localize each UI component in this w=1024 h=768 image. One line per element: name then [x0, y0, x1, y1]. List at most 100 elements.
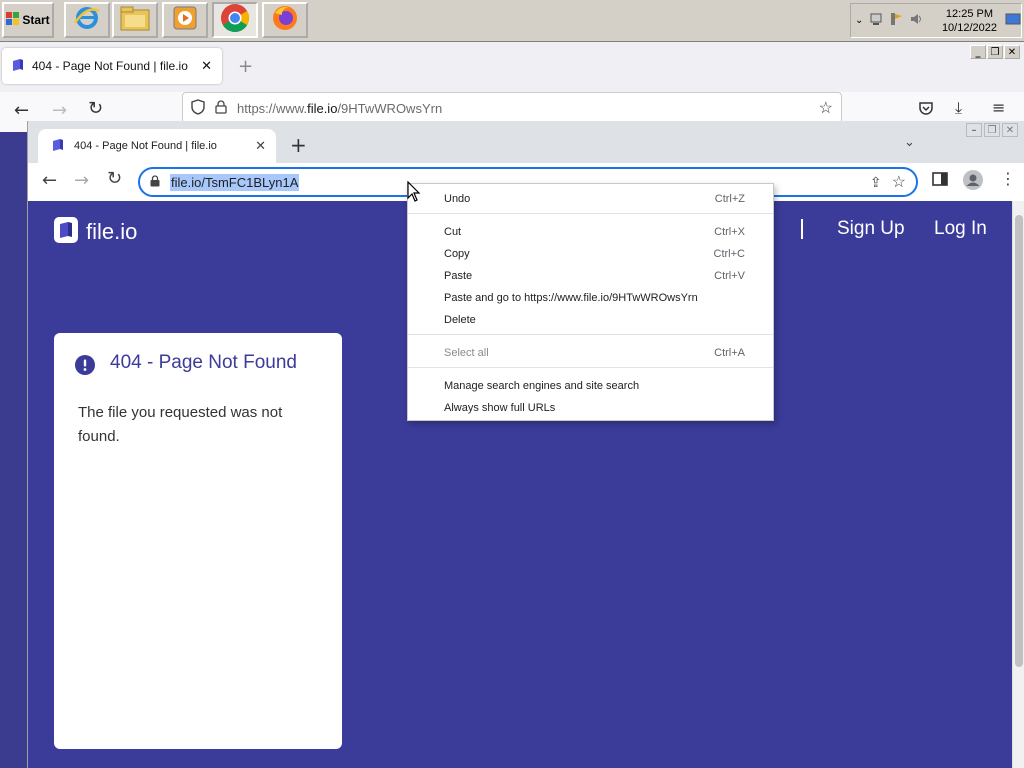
taskbar-firefox[interactable] [262, 2, 308, 38]
bookmark-star-icon[interactable]: ☆ [892, 172, 906, 192]
back-icon[interactable]: ← [14, 100, 29, 121]
windows-logo-icon [6, 11, 20, 29]
mouse-cursor-icon [407, 180, 421, 207]
shield-icon[interactable] [191, 98, 205, 118]
menu-separator [408, 334, 773, 335]
menu-separator [408, 213, 773, 214]
close-tab-icon[interactable]: ✕ [255, 138, 266, 154]
fileio-favicon-icon [12, 58, 24, 75]
menu-item-label: Always show full URLs [444, 402, 556, 414]
menu-item-cut[interactable]: Cut Ctrl+X [408, 221, 773, 243]
menu-item-shortcut: Ctrl+C [713, 248, 745, 260]
fileio-logo-icon [54, 217, 78, 247]
start-button[interactable]: Start [2, 2, 54, 38]
network-icon[interactable] [869, 12, 883, 29]
pocket-icon[interactable] [918, 100, 934, 120]
media-player-icon [171, 4, 199, 36]
chrome-window-controls: – ❐ ✕ [966, 123, 1018, 137]
new-tab-icon[interactable]: + [290, 133, 307, 157]
volume-icon[interactable] [909, 12, 923, 29]
lock-icon[interactable] [150, 174, 160, 190]
clock-time: 12:25 PM [945, 7, 994, 20]
logo-text: file.io [86, 219, 138, 244]
menu-item-manage-search-engines[interactable]: Manage search engines and site search [408, 375, 773, 397]
taskbar: Start ⌄ 12:25 PM 10/12/2022 [0, 0, 1024, 42]
menu-item-label: Cut [444, 226, 462, 238]
scrollbar-thumb[interactable] [1015, 215, 1023, 667]
menu-item-always-show-full-urls[interactable]: Always show full URLs [408, 397, 773, 419]
reload-icon[interactable]: ↻ [107, 168, 122, 189]
log-in-link[interactable]: Log In [934, 218, 987, 240]
error-message: The file you requested was not found. [78, 404, 283, 445]
alert-icon [75, 355, 95, 379]
site-logo[interactable]: file.io [54, 217, 137, 247]
lock-icon[interactable] [215, 99, 227, 117]
menu-item-shortcut: Ctrl+X [714, 226, 745, 238]
minimize-button[interactable]: – [966, 123, 982, 137]
menu-item-label: Select all [444, 347, 489, 359]
firefox-window-controls: _ ❐ ✕ [970, 45, 1020, 59]
nav-divider [801, 219, 803, 239]
menu-item-copy[interactable]: Copy Ctrl+C [408, 243, 773, 265]
menu-item-label: Copy [444, 248, 470, 260]
start-label: Start [22, 13, 50, 27]
tray-expand-icon[interactable]: ⌄ [855, 15, 863, 26]
menu-item-shortcut: Ctrl+A [714, 347, 745, 359]
back-icon[interactable]: ← [42, 170, 57, 191]
chrome-url-text[interactable]: file.io/TsmFC1BLyn1A [170, 173, 300, 191]
menu-item-select-all[interactable]: Select all Ctrl+A [408, 342, 773, 364]
chrome-icon [219, 2, 251, 38]
forward-icon[interactable]: → [52, 100, 67, 121]
taskbar-file-explorer[interactable] [112, 2, 158, 38]
tab-search-icon[interactable]: ⌄ [904, 135, 915, 150]
clock-date: 10/12/2022 [941, 21, 997, 34]
menu-icon[interactable]: ≡ [992, 98, 1005, 117]
menu-item-paste[interactable]: Paste Ctrl+V [408, 265, 773, 287]
firefox-window: _ ❐ ✕ 404 - Page Not Found | file.io ✕ +… [0, 42, 1024, 132]
close-button[interactable]: ✕ [1002, 123, 1018, 137]
new-tab-icon[interactable]: + [238, 56, 253, 77]
side-panel-icon[interactable] [932, 171, 948, 191]
menu-item-shortcut: Ctrl+Z [714, 193, 745, 205]
reload-icon[interactable]: ↻ [88, 98, 103, 119]
chrome-menu-icon[interactable]: ⋮ [1000, 169, 1016, 188]
download-icon[interactable]: ⤓ [955, 98, 962, 118]
restore-button[interactable]: ❐ [987, 45, 1003, 59]
taskbar-chrome[interactable] [212, 2, 258, 38]
firefox-tab[interactable]: 404 - Page Not Found | file.io ✕ [2, 48, 222, 84]
clock[interactable]: 12:25 PM 10/12/2022 [942, 7, 999, 35]
menu-item-shortcut: Ctrl+V [714, 270, 745, 282]
page-scrollbar[interactable] [1012, 201, 1024, 768]
fileio-favicon-icon [52, 138, 64, 155]
show-desktop-icon[interactable] [1005, 12, 1021, 29]
firefox-icon [270, 3, 300, 37]
bookmark-star-icon[interactable]: ☆ [819, 98, 833, 118]
ie-icon [72, 3, 102, 37]
close-button[interactable]: ✕ [1004, 45, 1020, 59]
chrome-tab[interactable]: 404 - Page Not Found | file.io ✕ [38, 129, 276, 163]
restore-button[interactable]: ❐ [984, 123, 1000, 137]
context-menu: Undo Ctrl+Z Cut Ctrl+X Copy Ctrl+C Paste… [407, 183, 774, 421]
action-center-icon[interactable] [889, 12, 903, 29]
system-tray: ⌄ 12:25 PM 10/12/2022 [850, 3, 1022, 38]
menu-item-label: Manage search engines and site search [444, 380, 640, 392]
taskbar-media-player[interactable] [162, 2, 208, 38]
menu-item-delete[interactable]: Delete [408, 309, 773, 331]
error-title: 404 - Page Not Found [110, 352, 297, 373]
taskbar-ie[interactable] [64, 2, 110, 38]
firefox-tab-title: 404 - Page Not Found | file.io [32, 59, 188, 73]
folder-icon [119, 3, 151, 37]
menu-item-undo[interactable]: Undo Ctrl+Z [408, 188, 773, 210]
profile-icon[interactable] [962, 169, 984, 195]
minimize-button[interactable]: _ [970, 45, 986, 59]
sign-up-link[interactable]: Sign Up [837, 218, 905, 240]
menu-item-label: Delete [444, 314, 476, 326]
menu-item-label: Paste and go to https://www.file.io/9HTw… [444, 292, 698, 304]
close-tab-icon[interactable]: ✕ [201, 58, 212, 74]
firefox-url-bar[interactable]: https://www.file.io/9HTwWROwsYrn ☆ [182, 92, 842, 124]
share-icon[interactable]: ⇪ [870, 174, 882, 191]
menu-separator [408, 367, 773, 368]
firefox-url-text: https://www.file.io/9HTwWROwsYrn [237, 100, 443, 116]
menu-item-paste-and-go[interactable]: Paste and go to https://www.file.io/9HTw… [408, 287, 773, 309]
forward-icon[interactable]: → [74, 170, 89, 191]
